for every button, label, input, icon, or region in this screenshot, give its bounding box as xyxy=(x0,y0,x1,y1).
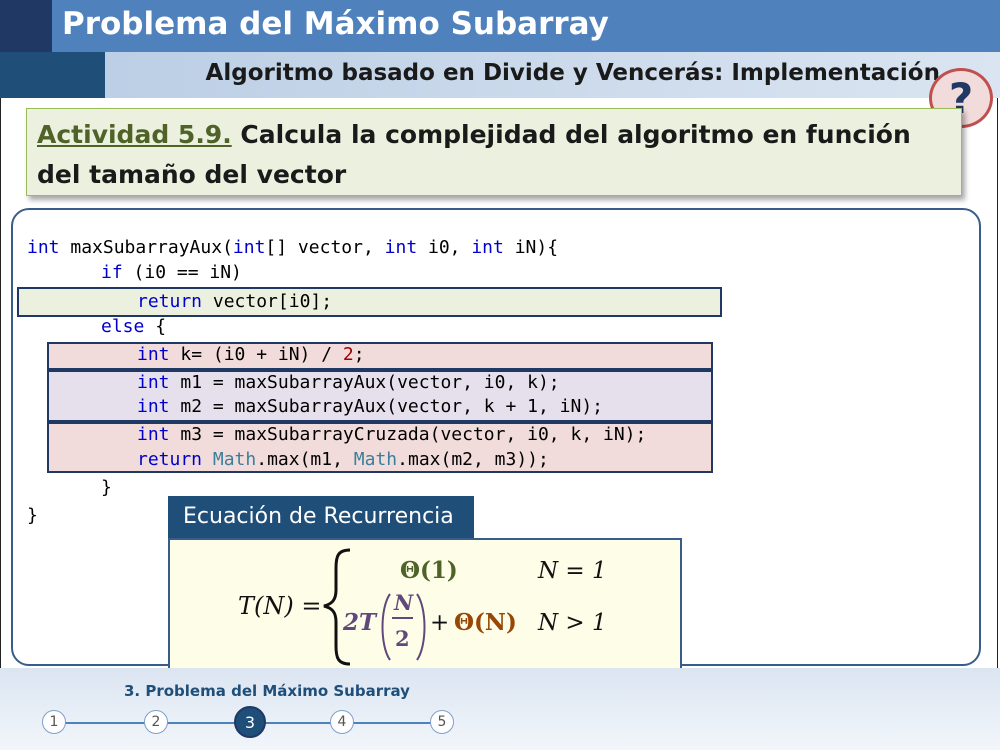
step-3-active[interactable]: 3 xyxy=(234,706,266,738)
code-line-11: } xyxy=(27,505,38,526)
code-line-8: int m3 = maxSubarrayCruzada(vector, i0, … xyxy=(137,424,647,445)
code-line-3: return vector[i0]; xyxy=(137,291,333,312)
step-4[interactable]: 4 xyxy=(330,710,354,734)
code-line-4: else { xyxy=(101,316,167,337)
case2-coefficient: 2T xyxy=(342,609,378,636)
code-line-9: return Math.max(m1, Math.max(m2, m3)); xyxy=(137,449,549,470)
code-line-6: int m1 = maxSubarrayAux(vector, i0, k); xyxy=(137,372,560,393)
case2-theta: Θ(N) xyxy=(454,609,517,636)
step-1[interactable]: 1 xyxy=(42,710,66,734)
slide-title: Problema del Máximo Subarray xyxy=(62,6,609,42)
highlight-base-case xyxy=(17,287,722,317)
fraction-numerator: N xyxy=(393,590,414,615)
activity-label: Actividad 5.9. xyxy=(37,120,232,149)
case2-plus: + xyxy=(430,610,449,636)
fraction-denominator: 2 xyxy=(395,626,410,651)
left-paren xyxy=(381,593,391,661)
slide-subtitle: Algoritmo basado en Divide y Vencerás: I… xyxy=(205,60,940,86)
case1-expression: Θ(1) xyxy=(400,557,458,584)
code-line-7: int m2 = maxSubarrayAux(vector, k + 1, i… xyxy=(137,396,603,417)
case1-condition: N = 1 xyxy=(537,558,607,584)
activity-box: Actividad 5.9. Calcula la complejidad de… xyxy=(26,108,962,196)
equation-lhs: T(N) = xyxy=(238,592,321,620)
step-2[interactable]: 2 xyxy=(144,710,168,734)
code-line-2: if (i0 == iN) xyxy=(101,262,242,283)
recurrence-header: Ecuación de Recurrencia xyxy=(168,496,474,538)
recurrence-equation: T(N) = Θ(1) N = 1 2T N 2 + Θ(N) N > 1 xyxy=(238,548,607,666)
code-line-5: int k= (i0 + iN) / 2; xyxy=(137,344,365,365)
case2-condition: N > 1 xyxy=(537,610,607,636)
code-line-1: int maxSubarrayAux(int[] vector, int i0,… xyxy=(27,237,559,258)
curly-brace xyxy=(323,548,351,666)
subtitle-accent xyxy=(0,52,105,98)
footer-band xyxy=(0,668,1000,750)
title-accent xyxy=(0,0,52,52)
code-line-10: } xyxy=(101,477,112,498)
step-5[interactable]: 5 xyxy=(430,710,454,734)
section-title: 3. Problema del Máximo Subarray xyxy=(124,682,410,700)
right-paren xyxy=(416,593,426,661)
